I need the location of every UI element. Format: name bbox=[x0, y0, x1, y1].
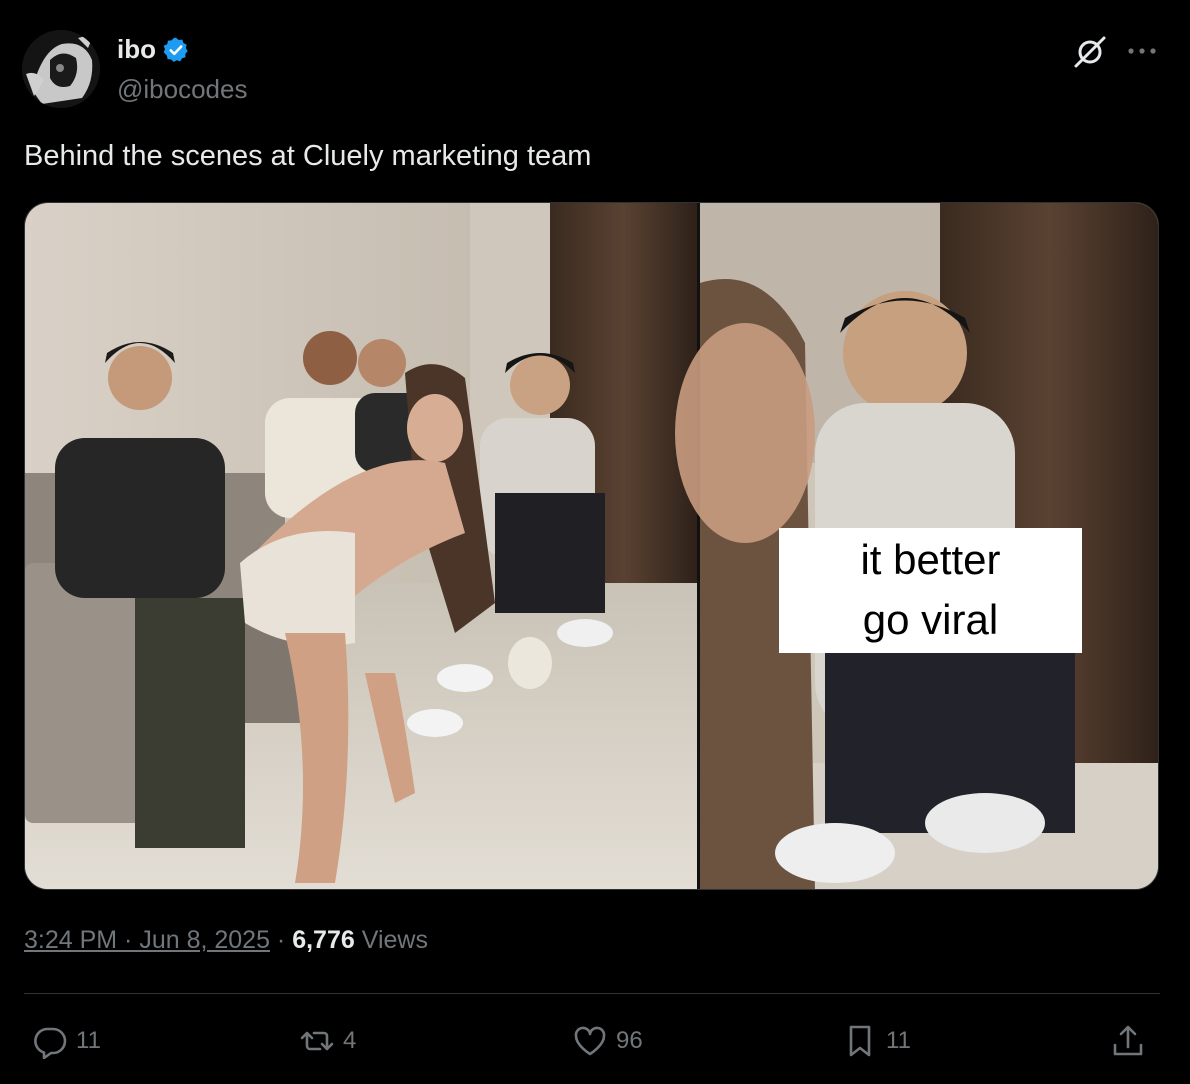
views-count: 6,776 bbox=[292, 926, 355, 954]
video-caption-line2: go viral bbox=[862, 596, 999, 643]
tweet: ibo @ibocodes Behind the scenes at Cluel… bbox=[0, 0, 1190, 1084]
like-button[interactable]: 96 bbox=[572, 1014, 643, 1068]
meta-separator: · bbox=[269, 926, 293, 954]
display-name[interactable]: ibo bbox=[117, 34, 190, 65]
avatar[interactable] bbox=[22, 30, 100, 108]
repost-count: 4 bbox=[343, 1027, 357, 1054]
video-caption-line1: it better bbox=[860, 536, 1001, 583]
bookmark-count: 11 bbox=[886, 1027, 911, 1054]
tweet-text: Behind the scenes at Cluely marketing te… bbox=[24, 140, 592, 172]
grok-icon[interactable] bbox=[1072, 34, 1108, 70]
views-label: Views bbox=[361, 926, 428, 954]
reply-icon bbox=[34, 1027, 67, 1059]
repost-icon bbox=[300, 1031, 334, 1051]
more-icon[interactable] bbox=[1124, 36, 1160, 66]
bookmark-icon bbox=[849, 1025, 871, 1057]
display-name-text[interactable]: ibo bbox=[117, 34, 156, 65]
handle[interactable]: @ibocodes bbox=[117, 74, 247, 105]
action-bar: 11 4 96 11 bbox=[24, 1014, 1160, 1068]
like-count: 96 bbox=[616, 1027, 643, 1054]
like-icon bbox=[574, 1026, 606, 1056]
share-button[interactable] bbox=[1110, 1014, 1146, 1068]
verified-badge-icon[interactable] bbox=[162, 36, 190, 64]
repost-button[interactable]: 4 bbox=[299, 1014, 356, 1068]
reply-button[interactable]: 11 bbox=[32, 1014, 101, 1068]
timestamp-link[interactable]: 3:24 PM · Jun 8, 2025 bbox=[24, 926, 270, 954]
reply-count: 11 bbox=[76, 1027, 101, 1054]
divider bbox=[24, 993, 1160, 994]
share-icon bbox=[1113, 1025, 1143, 1056]
tweet-video[interactable]: it better go viral bbox=[24, 202, 1159, 890]
bookmark-button[interactable]: 11 bbox=[842, 1014, 911, 1068]
tweet-meta: 3:24 PM · Jun 8, 2025 · 6,776 Views bbox=[24, 926, 428, 955]
video-caption: it better go viral bbox=[779, 528, 1082, 653]
